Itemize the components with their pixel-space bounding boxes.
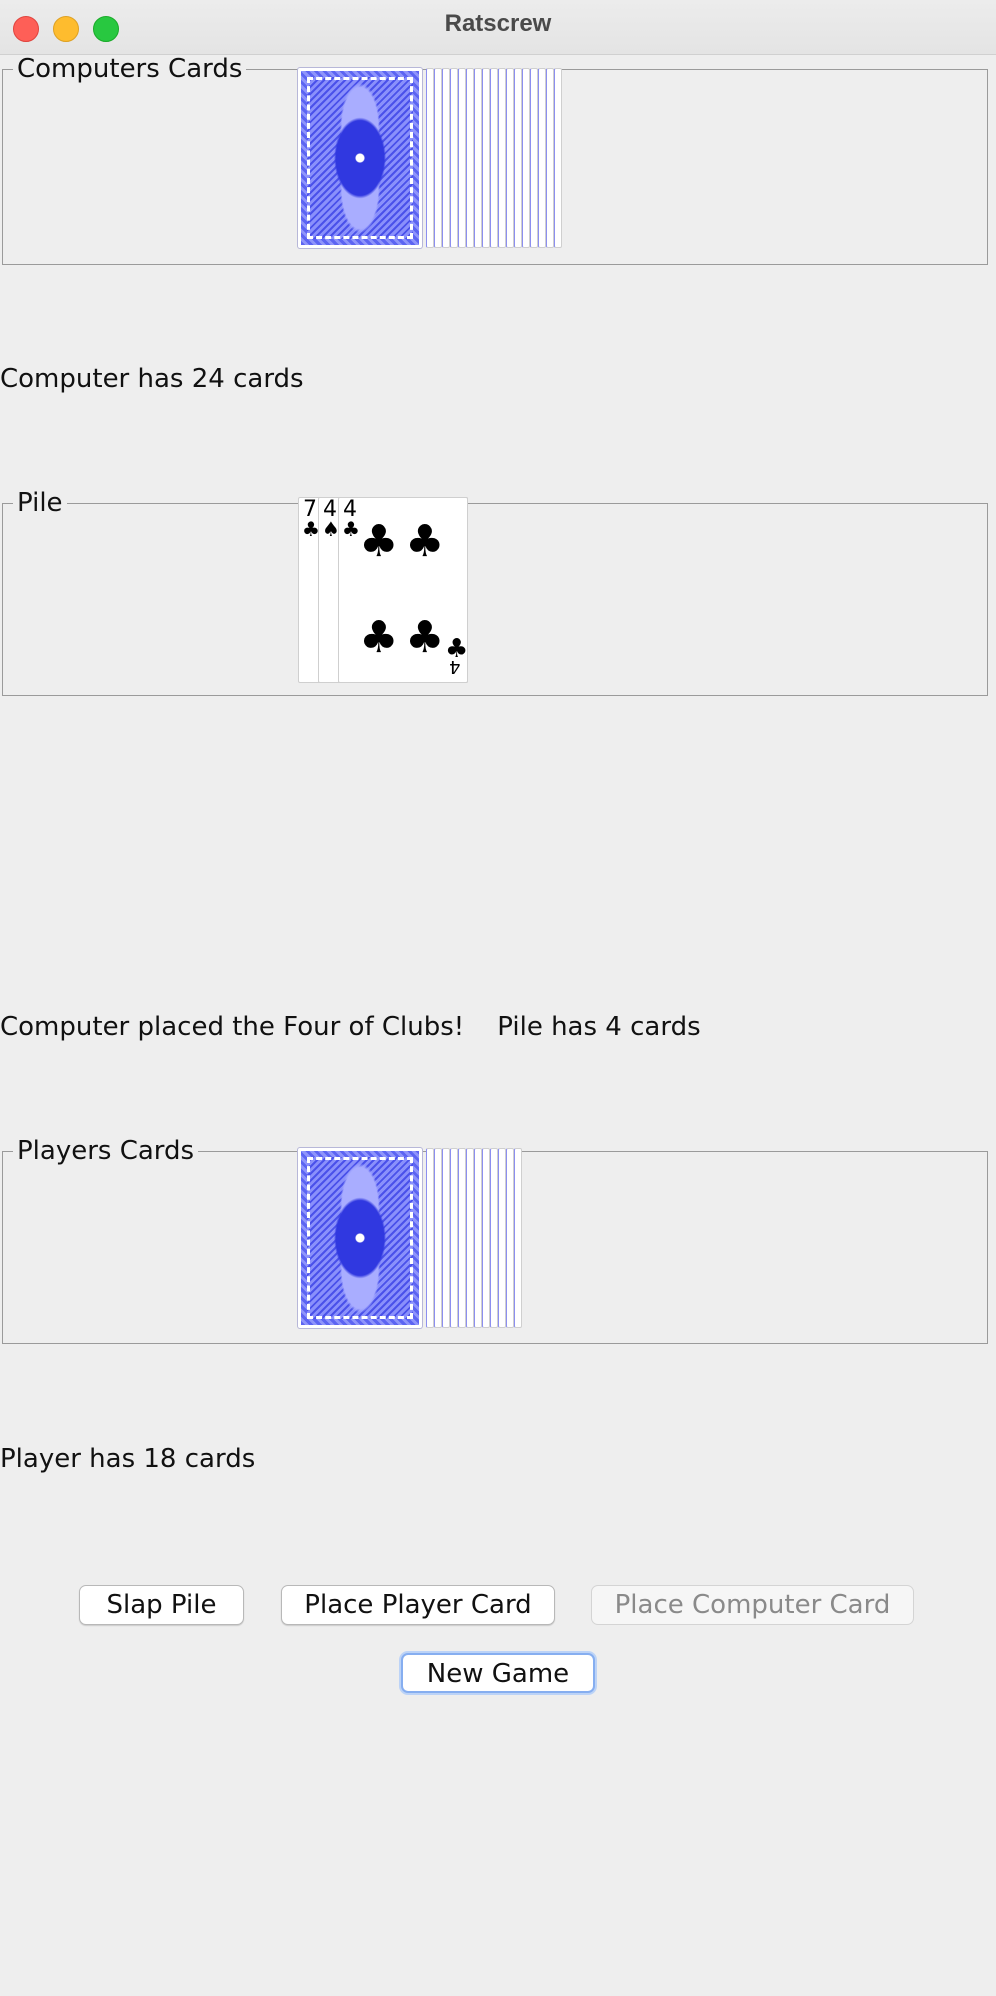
card-edge	[490, 68, 498, 248]
card-edge	[466, 1148, 474, 1328]
pile-card-stack: 7 ♣ 4 ♠ 4 ♣ ♣ ♣ ♣ ♣ ♣ 4	[298, 497, 468, 683]
player-top-card-back	[298, 1148, 422, 1328]
club-icon: ♣	[359, 612, 399, 663]
card-edge	[466, 68, 474, 248]
card-edge	[450, 68, 458, 248]
new-game-button[interactable]: New Game	[401, 1653, 595, 1693]
card-edge	[482, 1148, 490, 1328]
card-edge	[522, 68, 530, 248]
card-edge	[498, 68, 506, 248]
card-rank-inverted: 4	[449, 656, 461, 677]
club-icon: ♣	[359, 516, 399, 567]
card-edge	[458, 68, 466, 248]
club-icon: ♣	[405, 516, 445, 567]
computer-card-count: Computer has 24 cards	[0, 364, 304, 394]
player-card-count: Player has 18 cards	[0, 1444, 256, 1474]
title-bar: Ratscrew	[0, 0, 996, 55]
pile-legend: Pile	[17, 488, 63, 518]
card-edge	[554, 68, 562, 248]
club-icon: ♣	[405, 612, 445, 663]
card-edge	[450, 1148, 458, 1328]
game-message: Computer placed the Four of Clubs! Pile …	[0, 1012, 701, 1042]
computer-card-stack	[298, 68, 566, 252]
card-edge	[434, 68, 442, 248]
pile-top-card: 4 ♣ ♣ ♣ ♣ ♣ ♣ 4	[338, 497, 468, 683]
place-computer-card-button[interactable]: Place Computer Card	[591, 1585, 914, 1625]
place-player-card-button[interactable]: Place Player Card	[281, 1585, 555, 1625]
last-move-message: Computer placed the Four of Clubs!	[0, 1012, 465, 1042]
card-edge	[546, 68, 554, 248]
card-edge	[426, 68, 434, 248]
card-edge	[482, 68, 490, 248]
card-edge	[506, 68, 514, 248]
card-edge	[458, 1148, 466, 1328]
card-edge	[506, 1148, 514, 1328]
player-card-stack	[298, 1148, 530, 1332]
card-edge	[442, 68, 450, 248]
player-cards-legend: Players Cards	[17, 1136, 195, 1166]
pile-panel: Pile	[2, 488, 988, 696]
card-edge	[474, 1148, 482, 1328]
card-edge	[426, 1148, 434, 1328]
card-edge	[498, 1148, 506, 1328]
card-edge	[538, 68, 546, 248]
card-edge	[474, 68, 482, 248]
pile-card-count: Pile has 4 cards	[497, 1012, 701, 1042]
computer-cards-legend: Computers Cards	[17, 54, 243, 84]
slap-pile-button[interactable]: Slap Pile	[79, 1585, 244, 1625]
computer-top-card-back	[298, 68, 422, 248]
club-icon: ♣	[342, 517, 360, 541]
card-edge	[530, 68, 538, 248]
window-title: Ratscrew	[444, 10, 552, 37]
card-edge	[514, 1148, 522, 1328]
card-edge	[442, 1148, 450, 1328]
card-edge	[514, 68, 522, 248]
card-edge	[434, 1148, 442, 1328]
card-edge	[490, 1148, 498, 1328]
